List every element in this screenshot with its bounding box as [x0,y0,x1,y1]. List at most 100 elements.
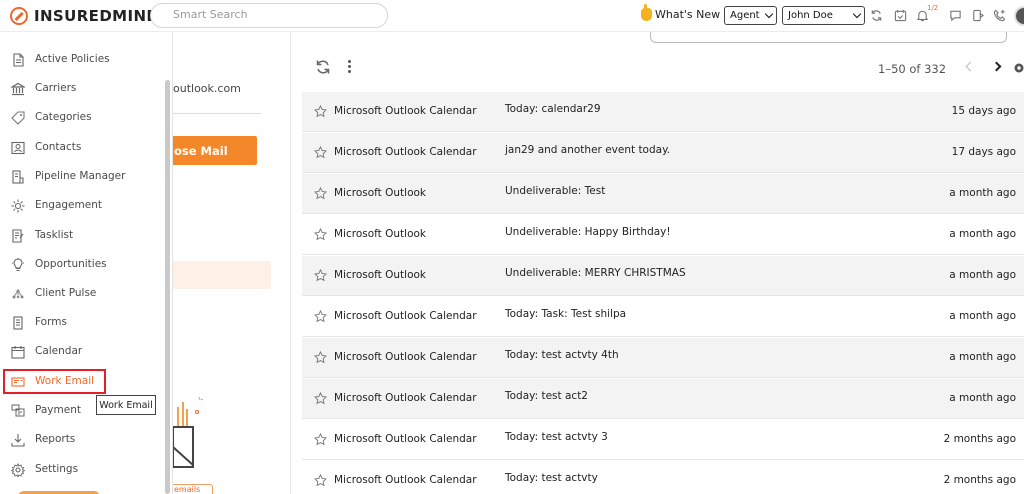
star-icon[interactable] [314,310,327,323]
emails-chip[interactable]: emails [168,484,213,494]
mail-subject: jan29 and another event today. [505,144,671,156]
mobile-icon[interactable] [971,9,984,22]
mail-sender: Microsoft Outlook [334,187,427,199]
phone-add-icon[interactable] [993,9,1006,22]
star-icon[interactable] [314,105,327,118]
mail-subject: Undeliverable: Happy Birthday! [505,226,671,238]
star-icon[interactable] [314,474,327,487]
sidebar-item-reports[interactable]: Reports [0,428,160,452]
mail-time: a month ago [949,228,1016,240]
mail-subject: Today: calendar29 [505,103,601,115]
envelope-illustration-icon [172,396,204,472]
mail-subject: Undeliverable: MERRY CHRISTMAS [505,267,686,279]
hand-wave-icon [641,4,652,21]
sidebar-item-client-pulse[interactable]: Client Pulse [0,282,160,306]
document-icon [11,53,25,67]
star-icon[interactable] [314,187,327,200]
mail-toolbar: 1–50 of 332 [302,52,1024,86]
sidebar-item-forms[interactable]: Forms [0,311,160,335]
star-icon[interactable] [314,228,327,241]
smart-search-input[interactable] [173,8,373,21]
mail-row[interactable]: Microsoft Outlook Undeliverable: Happy B… [302,215,1024,255]
user-select[interactable]: John Doe [782,6,865,25]
mail-sender: Microsoft Outlook Calendar [334,146,477,158]
sidebar-item-settings[interactable]: Settings [0,458,160,482]
calendar-check-icon[interactable] [894,9,907,22]
role-select[interactable]: Agent [724,6,777,25]
mail-row[interactable]: Microsoft Outlook Undeliverable: Test a … [302,174,1024,214]
download-icon [11,433,25,447]
sidebar-item-label: Engagement [35,199,102,211]
sidebar-item-engagement[interactable]: Engagement [0,194,160,218]
payment-icon [11,404,25,418]
mail-folders-panel: outlook.com ose Mail emails [153,32,291,494]
mail-sender: Microsoft Outlook [334,228,427,240]
next-page-icon[interactable] [991,61,1002,72]
sidebar-item-categories[interactable]: Categories [0,106,160,130]
more-vertical-icon[interactable] [348,60,352,74]
sidebar-item-active-policies[interactable]: Active Policies [0,48,160,72]
mail-row[interactable]: Microsoft Outlook Calendar Today: test a… [302,338,1024,378]
mail-row[interactable]: Microsoft Outlook Undeliverable: MERRY C… [302,256,1024,296]
mail-row[interactable]: Microsoft Outlook Calendar Today: test a… [302,461,1024,494]
sidebar-item-carriers[interactable]: Carriers [0,77,160,101]
sidebar-item-opportunities[interactable]: Opportunities [0,253,160,277]
mail-row[interactable]: Microsoft Outlook Calendar Today: calend… [302,92,1024,132]
refresh-icon[interactable] [315,59,331,75]
whats-new-label: What's New [655,8,721,21]
tag-icon [11,111,25,125]
sidebar-item-tasklist[interactable]: Tasklist [0,224,160,248]
mail-time: a month ago [949,351,1016,363]
star-icon[interactable] [314,351,327,364]
top-bar: INSUREDMINE What's New Agent John Doe 1/… [0,0,1024,32]
contact-card-icon [11,141,25,155]
mail-search-edge [650,32,1007,43]
work-email-tooltip: Work Email [96,395,156,415]
network-icon [11,287,25,301]
gear-icon[interactable] [1012,60,1024,74]
user-select-value: John Doe [788,10,833,21]
sidebar-item-label: Reports [35,433,76,445]
mail-list: Microsoft Outlook Calendar Today: calend… [302,92,1024,494]
whats-new-button[interactable]: What's New [641,4,721,21]
tooltip-text: Work Email [99,399,153,411]
mail-sender: Microsoft Outlook Calendar [334,392,477,404]
mail-time: a month ago [949,187,1016,199]
star-icon[interactable] [314,269,327,282]
mail-row[interactable]: Microsoft Outlook Calendar Today: Task: … [302,297,1024,337]
mail-row[interactable]: Microsoft Outlook Calendar jan29 and ano… [302,133,1024,173]
notification-count: 1/2 [927,4,939,12]
engagement-icon [11,199,25,213]
folder-inbox-selected[interactable] [163,261,271,289]
user-avatar[interactable] [1014,6,1024,26]
smart-search[interactable] [150,3,388,28]
star-icon[interactable] [314,433,327,446]
account-email: outlook.com [173,82,241,95]
mail-time: 2 months ago [943,433,1016,445]
sidebar-item-label: Pipeline Manager [35,170,126,182]
chat-icon[interactable] [949,9,962,22]
tasklist-icon [11,229,25,243]
mail-time: 2 months ago [943,474,1016,486]
mail-time: a month ago [949,269,1016,281]
previous-page-icon[interactable] [965,61,976,72]
mail-subject: Today: Task: Test shilpa [505,308,627,320]
sidebar-item-contacts[interactable]: Contacts [0,136,160,160]
sidebar-item-calendar[interactable]: Calendar [0,340,160,364]
sidebar-item-label: Tasklist [35,229,74,241]
calendar-icon [11,345,25,359]
divider [163,113,261,114]
star-icon[interactable] [314,146,327,159]
mail-time: a month ago [949,392,1016,404]
sidebar-scrollbar[interactable] [165,80,170,494]
brand-logo[interactable]: INSUREDMINE [10,6,157,26]
bank-icon [11,82,25,96]
mail-sender: Microsoft Outlook Calendar [334,474,477,486]
sidebar-item-label: Carriers [35,82,77,94]
mail-row[interactable]: Microsoft Outlook Calendar Today: test a… [302,379,1024,419]
sync-icon[interactable] [870,9,883,22]
star-icon[interactable] [314,392,327,405]
sidebar-item-pipeline-manager[interactable]: Pipeline Manager [0,165,160,189]
mail-sender: Microsoft Outlook [334,269,427,281]
mail-row[interactable]: Microsoft Outlook Calendar Today: test a… [302,420,1024,460]
